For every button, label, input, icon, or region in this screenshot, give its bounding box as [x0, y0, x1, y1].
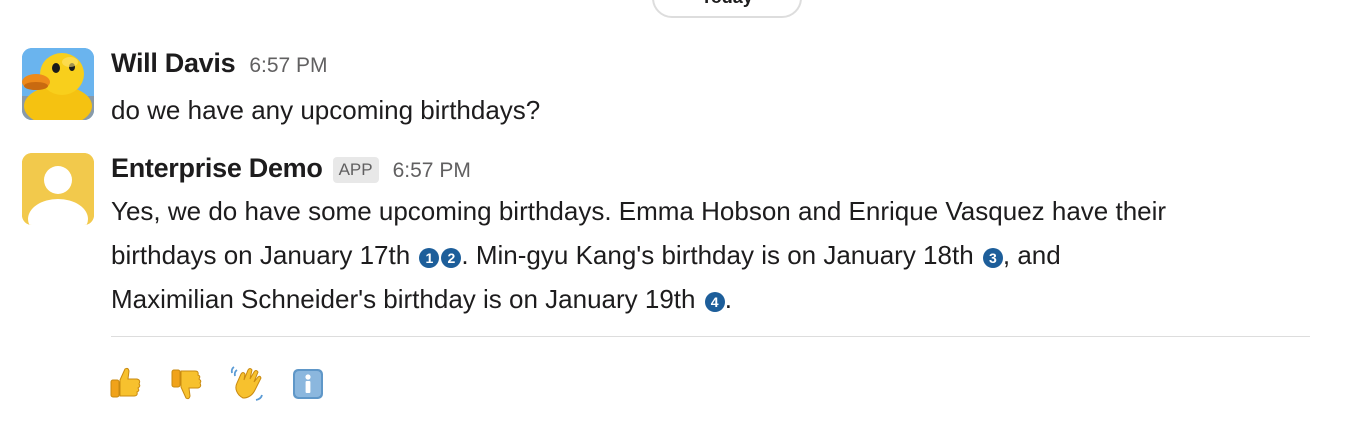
- default-user-avatar-image: [22, 153, 94, 225]
- slack-conversation: Today Will Davis 6:57 PM do we have any …: [0, 0, 1346, 430]
- message-text: Yes, we do have some upcoming birthdays.…: [111, 189, 1311, 321]
- text-segment: .: [724, 284, 732, 314]
- info-button[interactable]: [290, 364, 326, 404]
- sender-name[interactable]: Enterprise Demo: [111, 153, 323, 184]
- message-text: do we have any upcoming birthdays?: [111, 95, 541, 125]
- feedback-actions: [107, 364, 326, 404]
- date-divider-pill[interactable]: Today: [652, 0, 802, 18]
- thumbs-up-button[interactable]: [107, 364, 143, 404]
- thumbs-down-icon: [171, 369, 202, 400]
- text-segment: Maximilian Schneider's birthday is on Ja…: [111, 284, 703, 314]
- citation-badge-4[interactable]: 4: [704, 292, 725, 312]
- text-segment: . Min-gyu Kang's birthday is on January …: [461, 240, 981, 270]
- waving-hand-icon: [230, 366, 263, 401]
- avatar[interactable]: [22, 153, 94, 225]
- thumbs-up-icon: [110, 367, 141, 398]
- message-timestamp[interactable]: 6:57 PM: [393, 159, 471, 183]
- citation-badge-2[interactable]: 2: [441, 248, 462, 268]
- text-line-1: Yes, we do have some upcoming birthdays.…: [111, 196, 1167, 226]
- app-badge: APP: [332, 157, 379, 183]
- citation-badge-1[interactable]: 1: [419, 248, 440, 268]
- citation-badge-3[interactable]: 3: [982, 248, 1003, 268]
- message-content: Will Davis 6:57 PM do we have any upcomi…: [111, 48, 1311, 132]
- rubber-duck-avatar-image: [22, 48, 94, 120]
- message-header: Enterprise Demo APP 6:57 PM: [111, 153, 1311, 185]
- message-header: Will Davis 6:57 PM: [111, 48, 1311, 80]
- text-segment: birthdays on January 17th: [111, 240, 418, 270]
- message-timestamp[interactable]: 6:57 PM: [249, 54, 327, 78]
- message-divider: [111, 336, 1310, 337]
- sender-name[interactable]: Will Davis: [111, 48, 236, 79]
- avatar[interactable]: [22, 48, 94, 120]
- info-icon: [293, 369, 323, 399]
- message-content: Enterprise Demo APP 6:57 PM Yes, we do h…: [111, 153, 1311, 321]
- text-segment: , and: [1002, 240, 1061, 270]
- waving-hand-button[interactable]: [229, 364, 265, 404]
- thumbs-down-button[interactable]: [168, 364, 204, 404]
